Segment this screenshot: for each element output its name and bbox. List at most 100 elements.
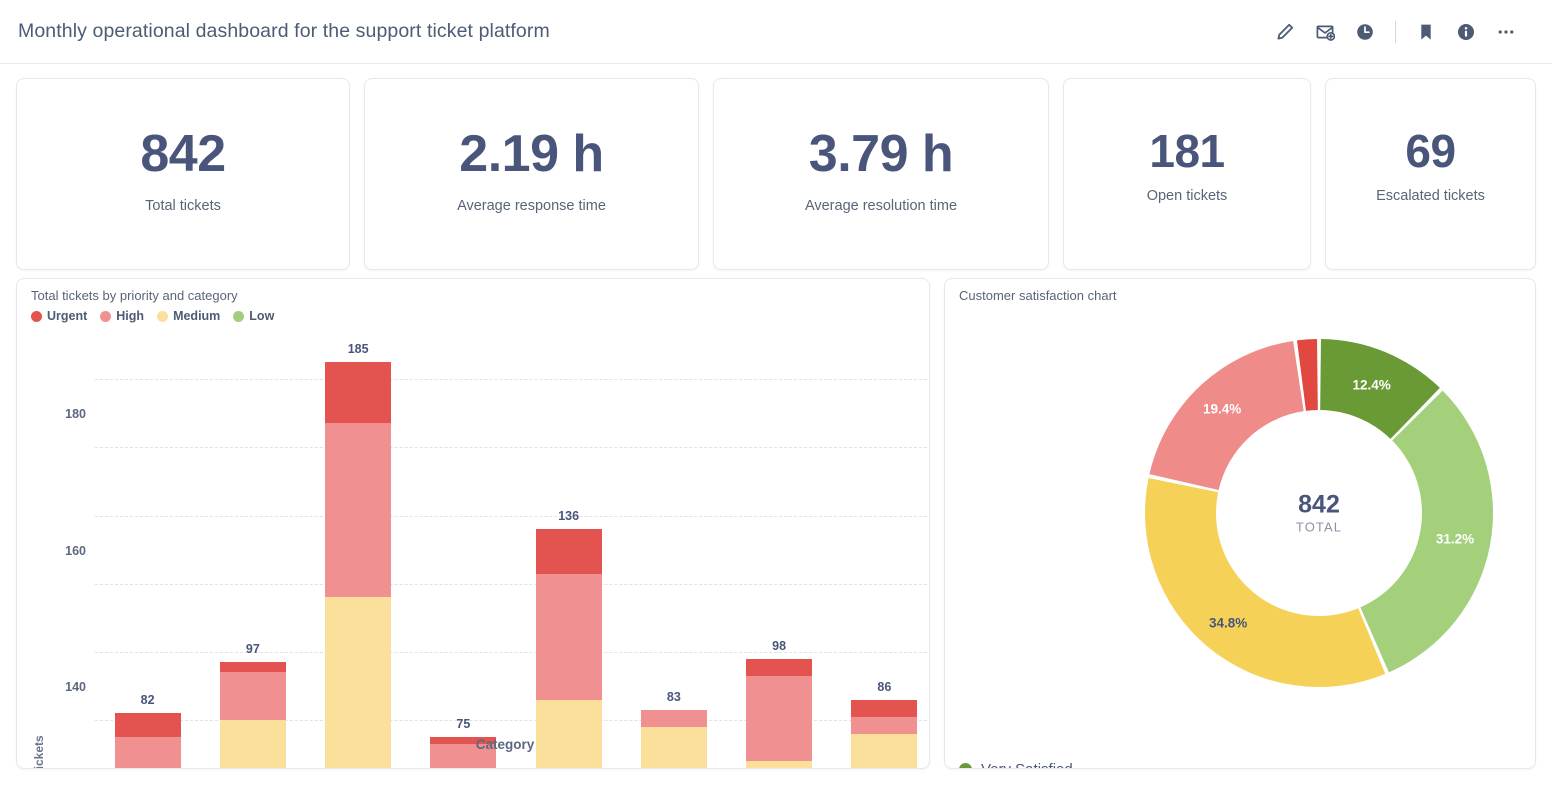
bar-column[interactable]: 75 (411, 345, 516, 768)
bar-segment-urgent[interactable] (535, 529, 602, 574)
toolbar-divider (1395, 20, 1396, 43)
bar-legend-item-medium[interactable]: Medium (157, 309, 220, 323)
kpi-label: Average response time (457, 198, 606, 214)
kpi-card-open-tickets[interactable]: 181 Open tickets (1063, 78, 1311, 270)
bar-total-label: 82 (140, 693, 155, 708)
bar-stack[interactable] (219, 662, 286, 768)
bar-chart-legend: Urgent High Medium Low (31, 309, 274, 323)
kpi-value: 842 (140, 125, 226, 183)
schedule-clock-icon[interactable] (1345, 12, 1385, 52)
kpi-value: 181 (1149, 125, 1225, 177)
kpi-label: Average resolution time (804, 198, 958, 214)
panel-tickets-by-priority-and-category[interactable]: Total tickets by priority and category U… (16, 278, 930, 769)
bar-segment-urgent[interactable] (746, 658, 813, 676)
bar-segment-urgent[interactable] (325, 362, 392, 424)
bar-segment-high[interactable] (325, 423, 392, 598)
bar-segment-urgent[interactable] (219, 662, 286, 673)
legend-label: Low (249, 309, 275, 323)
donut-legend-item-very-satisfied[interactable]: Very Satisfied (959, 759, 1089, 768)
bar-total-label: 136 (558, 509, 580, 524)
bar-chart-plot: 0204060801001201401601808297185751368398… (65, 342, 929, 768)
bar-segment-urgent[interactable] (851, 699, 918, 717)
legend-swatch-icon (959, 763, 972, 768)
legend-swatch-icon (31, 310, 42, 322)
bar-stack[interactable] (535, 529, 602, 768)
bar-stack[interactable] (746, 658, 813, 768)
bar-segment-high[interactable] (219, 672, 286, 721)
bar-stack[interactable] (325, 362, 392, 768)
more-options-icon[interactable] (1486, 12, 1526, 52)
bar-chart-title: Total tickets by priority and category (31, 288, 238, 303)
bar-total-label: 86 (877, 679, 892, 694)
bar-chart-area: Number of tickets 0204060801001201401601… (17, 331, 929, 768)
bar-column[interactable]: 82 (95, 345, 200, 768)
bar-segment-medium[interactable] (535, 699, 602, 768)
bar-series-group: 82 97 185 75 136 83 98 86 (95, 342, 929, 768)
page-title: Monthly operational dashboard for the su… (18, 20, 550, 42)
bar-chart-x-axis-label: Category (475, 737, 535, 752)
bar-column[interactable]: 185 (306, 342, 411, 768)
subscribe-email-icon[interactable] (1305, 12, 1345, 52)
edit-icon[interactable] (1265, 12, 1305, 52)
kpi-card-average-response-time[interactable]: 2.19 h Average response time (364, 78, 699, 270)
bar-legend-item-high[interactable]: High (100, 309, 144, 323)
bar-segment-high[interactable] (535, 573, 602, 700)
donut-svg (1145, 339, 1493, 687)
kpi-value: 2.19 h (459, 125, 604, 183)
legend-label: Medium (173, 309, 221, 323)
legend-label: Urgent (47, 309, 88, 323)
bar-total-label: 75 (456, 717, 471, 732)
bar-column[interactable]: 97 (200, 345, 305, 768)
y-tick-label: 160 (65, 543, 86, 558)
kpi-card-row: 842 Total tickets 2.19 h Average respons… (0, 64, 1552, 278)
bar-chart-y-axis-label: Number of tickets (32, 735, 46, 768)
legend-label: Very Satisfied (981, 761, 1073, 768)
bar-total-label: 97 (245, 642, 260, 657)
bar-segment-high[interactable] (851, 716, 918, 734)
donut-chart[interactable]: 842 TOTAL 12.4% 31.2% 34.8% 19.4% (1143, 337, 1495, 689)
kpi-label: Open tickets (1146, 188, 1228, 204)
bar-stack[interactable] (851, 699, 918, 768)
bar-column[interactable]: 98 (727, 345, 832, 768)
bar-column[interactable]: 83 (621, 345, 726, 768)
kpi-value: 69 (1405, 125, 1456, 177)
kpi-card-total-tickets[interactable]: 842 Total tickets (16, 78, 350, 270)
bookmark-icon[interactable] (1406, 12, 1446, 52)
kpi-value: 3.79 h (808, 125, 954, 183)
bar-column[interactable]: 86 (832, 345, 929, 768)
bar-segment-medium[interactable] (640, 727, 707, 768)
bar-segment-high[interactable] (746, 675, 813, 762)
kpi-card-escalated-tickets[interactable]: 69 Escalated tickets (1325, 78, 1536, 270)
bar-segment-medium[interactable] (219, 720, 286, 768)
y-tick-label: 180 (65, 407, 86, 422)
bar-stack[interactable] (640, 709, 707, 768)
bar-segment-medium[interactable] (325, 597, 392, 768)
kpi-label: Escalated tickets (1376, 188, 1485, 204)
bar-segment-urgent[interactable] (114, 713, 181, 738)
bar-total-label: 98 (772, 638, 787, 653)
bar-column[interactable]: 136 (516, 345, 621, 768)
chart-panel-row: Total tickets by priority and category U… (0, 278, 1552, 785)
dashboard-root: Monthly operational dashboard for the su… (0, 0, 1552, 785)
bar-total-label: 83 (666, 689, 681, 704)
dashboard-header: Monthly operational dashboard for the su… (0, 0, 1552, 64)
panel-customer-satisfaction[interactable]: Customer satisfaction chart Very Satisfi… (944, 278, 1536, 769)
bar-stack[interactable] (114, 713, 181, 768)
legend-label: High (116, 309, 145, 323)
header-toolbar (1265, 12, 1526, 52)
donut-slice-satisfied[interactable] (1360, 390, 1493, 673)
donut-slice-unsatisfied[interactable] (1149, 340, 1304, 491)
bar-legend-item-low[interactable]: Low (233, 309, 274, 323)
info-icon[interactable] (1446, 12, 1486, 52)
kpi-card-average-resolution-time[interactable]: 3.79 h Average resolution time (713, 78, 1049, 270)
donut-chart-title: Customer satisfaction chart (959, 288, 1117, 303)
bar-segment-medium[interactable] (746, 761, 813, 768)
bar-total-label: 185 (347, 342, 369, 357)
bar-segment-high[interactable] (114, 737, 181, 768)
y-tick-label: 140 (65, 680, 86, 695)
bar-legend-item-urgent[interactable]: Urgent (31, 309, 87, 323)
legend-swatch-icon (157, 310, 169, 322)
bar-segment-medium[interactable] (851, 733, 918, 768)
bar-segment-high[interactable] (640, 709, 707, 727)
donut-slice-neutral[interactable] (1145, 478, 1386, 687)
